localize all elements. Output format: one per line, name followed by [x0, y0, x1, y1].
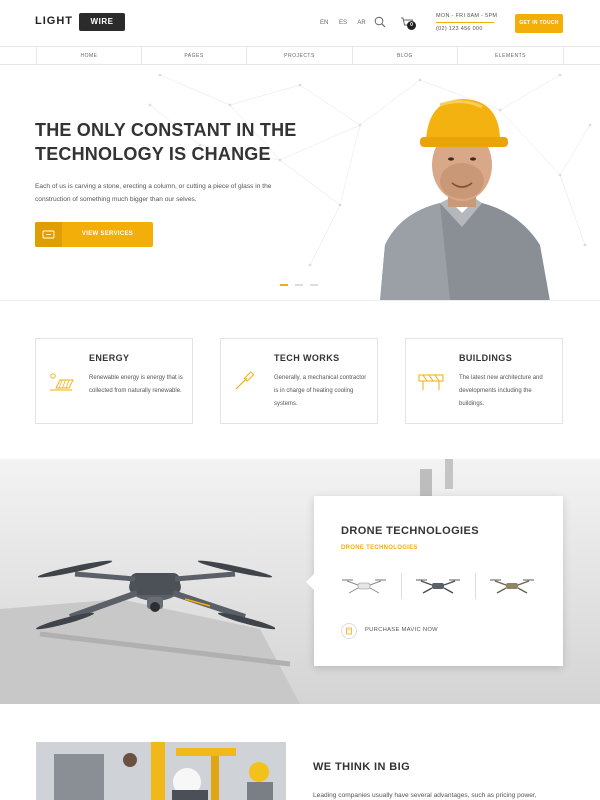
hours-underline	[436, 22, 494, 23]
drone-thumb-gold[interactable]	[489, 571, 535, 601]
card-text: Renewable energy is energy that is colle…	[89, 375, 183, 394]
hero-text: Each of us is carving a stone, erecting …	[35, 183, 272, 203]
logo-text[interactable]: LIGHT	[35, 15, 73, 27]
drone-image	[36, 560, 275, 630]
logo-box[interactable]: WIRE	[79, 13, 125, 31]
nav-divider	[563, 47, 564, 65]
ticket-icon	[35, 222, 62, 247]
drone-thumb-gray[interactable]	[415, 571, 461, 601]
drone-panel-title: DRONE TECHNOLOGIES	[341, 525, 479, 537]
view-services-label: VIEW SERVICES	[81, 231, 134, 237]
lang-en[interactable]: EN	[320, 20, 328, 26]
search-icon[interactable]	[374, 16, 386, 28]
language-switcher: EN ES AR	[320, 20, 375, 26]
nav-blog[interactable]: BLOG	[352, 47, 457, 65]
solar-panel-icon	[50, 373, 74, 391]
card-text: The latest new architecture and developm…	[459, 375, 543, 407]
service-card-tech-works[interactable]: TECH WORKS Generally, a mechanical contr…	[220, 338, 378, 424]
slider-dot-1[interactable]	[280, 284, 288, 286]
thumb-divider	[401, 573, 402, 599]
service-card-buildings[interactable]: BUILDINGS The latest new architecture an…	[405, 338, 563, 424]
drone-thumb-white[interactable]	[341, 571, 387, 601]
drone-thumbnails	[341, 571, 551, 601]
card-text: Generally, a mechanical contractor is in…	[274, 375, 367, 407]
hero-title-line-1: THE ONLY CONSTANT IN THE	[35, 120, 297, 140]
phone-number: (02) 123 456 000	[436, 26, 483, 32]
lang-ar[interactable]: AR	[357, 20, 365, 26]
purchase-label: PURCHASE MAVIC NOW	[365, 627, 438, 633]
about-section: WE THINK IN BIG Leading companies usuall…	[0, 704, 600, 800]
cart-count-badge: 0	[407, 21, 416, 30]
purchase-icon	[341, 623, 357, 639]
engineer-photo	[380, 99, 550, 300]
slider-dot-3[interactable]	[310, 284, 318, 286]
site-header: LIGHT WIRE EN ES AR 0 MON - FRI 8AM - 5P…	[0, 0, 600, 46]
services-section: ENERGY Renewable energy is energy that i…	[0, 301, 600, 459]
screwdriver-icon	[235, 371, 255, 390]
barrier-icon	[418, 374, 444, 390]
get-in-touch-button[interactable]: GET IN TOUCH	[515, 14, 563, 33]
hero-slider: THE ONLY CONSTANT IN THE TECHNOLOGY IS C…	[0, 65, 600, 301]
lang-es[interactable]: ES	[339, 20, 347, 26]
view-services-button[interactable]: VIEW SERVICES	[35, 222, 153, 247]
nav-pages[interactable]: PAGES	[141, 47, 246, 65]
section-title: WE THINK IN BIG	[313, 761, 411, 773]
nav-elements[interactable]: ELEMENTS	[457, 47, 563, 65]
drone-section: DRONE TECHNOLOGIES DRONE TECHNOLOGIES PU…	[0, 459, 600, 704]
card-title: ENERGY	[89, 353, 130, 363]
service-card-energy[interactable]: ENERGY Renewable energy is energy that i…	[35, 338, 193, 424]
nav-home[interactable]: HOME	[36, 47, 141, 65]
workers-photo	[36, 742, 286, 800]
drone-panel-subtitle: DRONE TECHNOLOGIES	[341, 545, 418, 551]
main-nav: HOME PAGES PROJECTS BLOG ELEMENTS	[0, 46, 600, 65]
business-hours: MON - FRI 8AM - 5PM	[436, 13, 498, 19]
nav-projects[interactable]: PROJECTS	[246, 47, 352, 65]
card-title: TECH WORKS	[274, 353, 340, 363]
card-title: BUILDINGS	[459, 353, 513, 363]
drone-info-panel: DRONE TECHNOLOGIES DRONE TECHNOLOGIES PU…	[306, 496, 563, 666]
section-text: Leading companies usually have several a…	[313, 792, 537, 799]
slider-dot-2[interactable]	[295, 284, 303, 286]
thumb-divider	[475, 573, 476, 599]
hero-title-line-2: TECHNOLOGY IS CHANGE	[35, 144, 271, 164]
hero-title: THE ONLY CONSTANT IN THE TECHNOLOGY IS C…	[35, 118, 325, 166]
